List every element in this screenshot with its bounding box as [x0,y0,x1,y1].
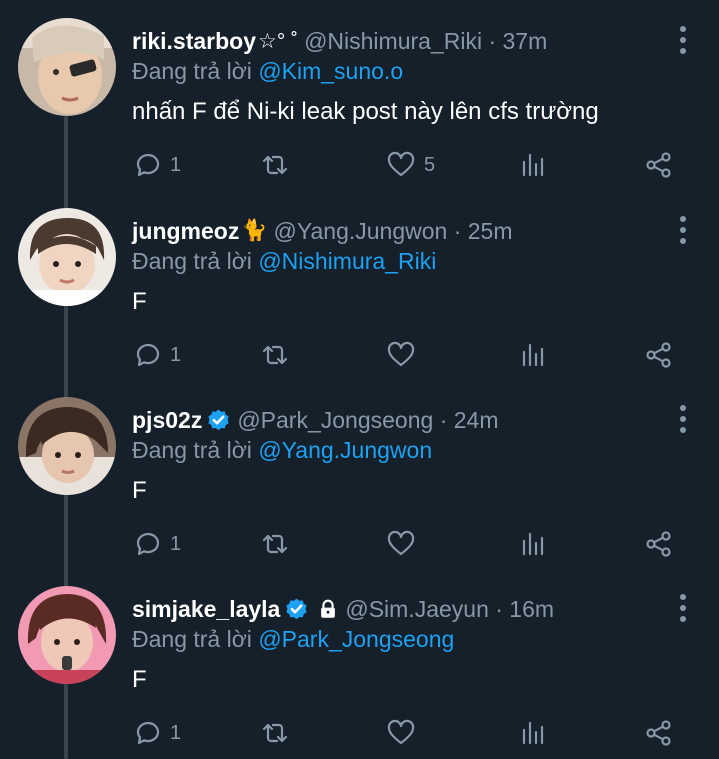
name-decoration: ☆° ˚ [258,29,299,53]
share-button[interactable] [644,527,674,561]
reply-prefix: Đang trả lời [132,248,252,274]
stats-icon [522,532,544,556]
lock-icon [321,599,336,618]
share-icon [646,342,671,368]
reply-count: 1 [170,153,182,176]
stats-icon [522,343,544,367]
reply-count: 1 [170,343,182,366]
tweet[interactable]: riki.starboy ☆° ˚ @Nishimura_Riki · 37m … [0,0,719,190]
reply-mention-link[interactable]: @Yang.Jungwon [258,437,432,463]
heart-icon [387,341,415,367]
display-name[interactable]: simjake_layla [132,596,280,623]
retweet-icon [262,534,288,554]
reply-mention-link[interactable]: @Park_Jongseong [258,626,454,652]
share-icon [646,720,671,746]
retweet-button[interactable] [260,148,290,182]
like-button[interactable]: 5 [386,148,435,182]
reply-button[interactable]: 1 [132,716,181,750]
tweet-text: nhấn F để Ni-ki leak post này lên cfs tr… [132,98,599,125]
retweet-icon [262,155,288,175]
action-bar: 1 [132,716,692,750]
retweet-button[interactable] [260,527,290,561]
heart-icon [387,151,415,177]
reply-icon [136,343,160,367]
avatar[interactable] [18,397,116,495]
avatar[interactable] [18,18,116,116]
tweet-text: F [132,477,147,504]
like-count: 5 [424,153,436,176]
reply-button[interactable]: 1 [132,148,181,182]
verified-badge-icon [208,409,229,430]
tweet-header: pjs02z @Park_Jongseong · 24m [132,403,659,437]
retweet-button[interactable] [260,338,290,372]
reply-icon [136,153,160,177]
tweet-text: F [132,288,147,315]
heart-icon [387,530,415,556]
reply-icon [136,721,160,745]
handle-and-time[interactable]: @Sim.Jaeyun · 16m [345,596,554,623]
action-bar: 1 [132,527,692,561]
reply-button[interactable]: 1 [132,338,181,372]
reply-icon [136,532,160,556]
reply-count: 1 [170,721,182,744]
share-button[interactable] [644,148,674,182]
stats-button[interactable] [518,527,548,561]
tweet-header: simjake_layla @Sim.Jaeyun · 16m [132,592,659,626]
share-icon [646,531,671,557]
name-decoration: 🐈 [241,219,268,242]
share-button[interactable] [644,716,674,750]
more-icon[interactable] [677,594,689,622]
share-icon [646,152,671,178]
like-button[interactable] [386,527,424,561]
replying-to: Đang trả lời @Yang.Jungwon [132,437,432,464]
stats-button[interactable] [518,338,548,372]
retweet-icon [262,723,288,743]
more-icon[interactable] [677,216,689,244]
replying-to: Đang trả lời @Nishimura_Riki [132,248,436,275]
reply-prefix: Đang trả lời [132,626,252,652]
avatar[interactable] [18,586,116,684]
display-name[interactable]: riki.starboy [132,28,256,55]
tweet-header: riki.starboy ☆° ˚ @Nishimura_Riki · 37m [132,24,659,58]
handle-and-time[interactable]: @Park_Jongseong · 24m [237,407,498,434]
reply-mention-link[interactable]: @Kim_suno.o [258,58,403,84]
replying-to: Đang trả lời @Kim_suno.o [132,58,403,85]
verified-badge-icon [286,598,307,619]
like-button[interactable] [386,716,424,750]
display-name[interactable]: pjs02z [132,407,202,434]
avatar[interactable] [18,208,116,306]
heart-icon [387,719,415,745]
retweet-button[interactable] [260,716,290,750]
retweet-icon [262,345,288,365]
reply-button[interactable]: 1 [132,527,181,561]
tweet-text: F [132,666,147,693]
handle-and-time[interactable]: @Nishimura_Riki · 37m [304,28,547,55]
stats-icon [522,153,544,177]
reply-prefix: Đang trả lời [132,437,252,463]
reply-mention-link[interactable]: @Nishimura_Riki [258,248,436,274]
replying-to: Đang trả lời @Park_Jongseong [132,626,454,653]
tweet[interactable]: simjake_layla @Sim.Jaeyun · 16m Đang trả… [0,568,719,758]
stats-icon [522,721,544,745]
action-bar: 1 5 [132,148,692,182]
display-name[interactable]: jungmeoz [132,218,239,245]
more-icon[interactable] [677,26,689,54]
reply-prefix: Đang trả lời [132,58,252,84]
stats-button[interactable] [518,716,548,750]
stats-button[interactable] [518,148,548,182]
tweet[interactable]: pjs02z @Park_Jongseong · 24m Đang trả lờ… [0,379,719,569]
more-icon[interactable] [677,405,689,433]
share-button[interactable] [644,338,674,372]
reply-count: 1 [170,532,182,555]
like-button[interactable] [386,338,424,372]
reply-thread: riki.starboy ☆° ˚ @Nishimura_Riki · 37m … [0,0,719,759]
tweet[interactable]: jungmeoz 🐈 @Yang.Jungwon · 25m Đang trả … [0,190,719,380]
handle-and-time[interactable]: @Yang.Jungwon · 25m [274,218,513,245]
action-bar: 1 [132,338,692,372]
tweet-header: jungmeoz 🐈 @Yang.Jungwon · 25m [132,214,659,248]
